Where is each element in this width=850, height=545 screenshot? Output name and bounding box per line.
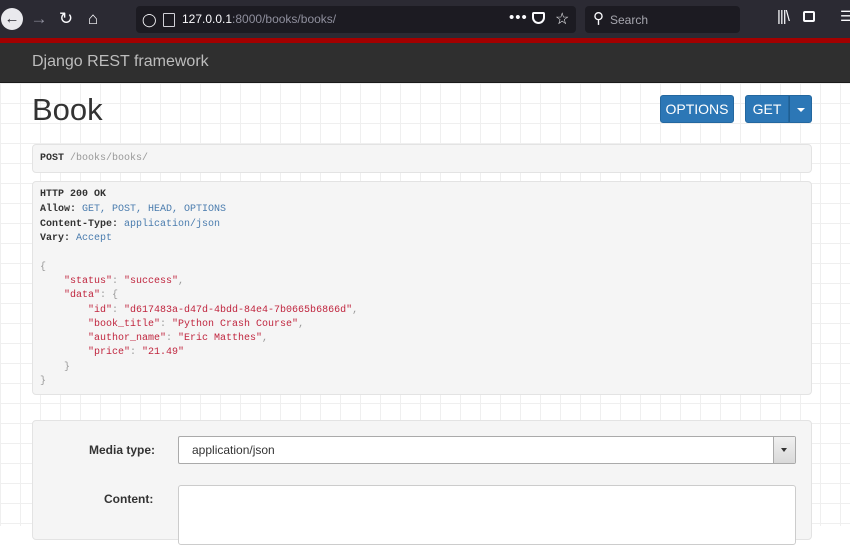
json-line: "data": { — [64, 290, 119, 301]
response-header: Content-Type: application/json — [40, 219, 220, 230]
response-status: HTTP 200 OK — [40, 189, 107, 200]
url-path: :8000/books/books/ — [232, 12, 337, 26]
caret-down-icon — [796, 108, 805, 113]
chevron-down-icon — [781, 448, 787, 452]
media-type-label: Media type: — [89, 443, 156, 457]
search-placeholder: Search — [610, 13, 649, 27]
url-host: 127.0.0.1 — [182, 12, 233, 26]
get-button[interactable]: GET — [745, 95, 789, 123]
page-title: Book — [32, 92, 103, 127]
json-key: "id" — [88, 305, 113, 316]
response-header: Vary: Accept — [40, 233, 112, 244]
json-open-brace: { — [112, 290, 119, 301]
json-key: "data" — [64, 290, 101, 301]
search-icon: ⚲ — [593, 10, 604, 27]
browser-toolbar: ← → ↻ ⌂ ◯ 127.0.0.1:8000/books/books/ ••… — [0, 0, 850, 38]
json-key: "author_name" — [88, 333, 167, 344]
media-type-value: application/json — [192, 443, 275, 457]
json-value: "Eric Matthes" — [178, 333, 263, 344]
reload-icon[interactable]: ↻ — [54, 7, 78, 31]
header-value: Accept — [76, 233, 113, 244]
page-info-icon[interactable] — [163, 13, 175, 27]
json-line: "price": "21.49" — [88, 347, 185, 358]
back-icon[interactable]: ← — [1, 8, 23, 30]
bookmark-star-icon[interactable]: ☆ — [555, 9, 569, 29]
header-value: GET, POST, HEAD, OPTIONS — [82, 204, 227, 215]
response-info: HTTP 200 OK Allow: GET, POST, HEAD, OPTI… — [32, 181, 812, 395]
header-name: Content-Type: — [40, 219, 119, 230]
page-actions-icon[interactable]: ••• — [509, 9, 528, 26]
header-name: Vary: — [40, 233, 71, 244]
sidebar-icon[interactable] — [803, 11, 815, 22]
content-textarea[interactable] — [178, 485, 796, 545]
header-name: Allow: — [40, 204, 77, 215]
request-method: POST — [40, 153, 65, 164]
request-info: POST /books/books/ — [32, 144, 812, 173]
json-close-brace: } — [40, 376, 47, 387]
json-value: "21.49" — [142, 347, 185, 358]
select-arrow[interactable] — [773, 437, 795, 463]
media-type-select[interactable]: application/json — [178, 436, 796, 464]
json-line: "author_name": "Eric Matthes", — [88, 333, 269, 344]
json-line: "book_title": "Python Crash Course", — [88, 319, 305, 330]
json-value: "Python Crash Course" — [172, 319, 299, 330]
header-value: application/json — [124, 219, 221, 230]
get-format-dropdown-button[interactable] — [789, 95, 812, 123]
home-icon[interactable]: ⌂ — [81, 7, 105, 31]
content-form-panel: Media type: application/json Content: — [32, 420, 812, 545]
url-text[interactable]: 127.0.0.1:8000/books/books/ — [182, 12, 336, 26]
request-line: POST /books/books/ — [40, 153, 148, 164]
forward-icon[interactable]: → — [27, 7, 51, 31]
json-value: "success" — [124, 276, 179, 287]
json-key: "price" — [88, 347, 131, 358]
json-open-brace: { — [40, 262, 47, 273]
search-input[interactable]: ⚲ Search — [585, 6, 740, 33]
request-path: /books/books/ — [70, 153, 149, 164]
json-value: "d617483a-d47d-4bdd-84e4-7b0665b6866d" — [124, 305, 353, 316]
pocket-icon[interactable] — [532, 12, 545, 24]
navbar: Django REST framework — [0, 43, 850, 83]
options-button[interactable]: OPTIONS — [660, 95, 734, 123]
navbar-brand[interactable]: Django REST framework — [32, 53, 209, 71]
page-content: Book OPTIONS GET POST /books/books/ HTTP… — [0, 83, 850, 545]
json-line: "id": "d617483a-d47d-4bdd-84e4-7b0665b68… — [88, 305, 359, 316]
response-header: Allow: GET, POST, HEAD, OPTIONS — [40, 204, 226, 215]
shield-icon[interactable]: ◯ — [142, 11, 157, 28]
address-bar[interactable]: ◯ 127.0.0.1:8000/books/books/ ••• ☆ — [136, 6, 576, 33]
content-label: Content: — [104, 492, 154, 506]
menu-icon[interactable]: ☰ — [840, 8, 850, 25]
json-line: "status": "success", — [64, 276, 185, 287]
json-close-brace: } — [64, 362, 71, 373]
json-key: "status" — [64, 276, 113, 287]
library-icon[interactable]: |||\ — [777, 8, 790, 25]
json-key: "book_title" — [88, 319, 161, 330]
